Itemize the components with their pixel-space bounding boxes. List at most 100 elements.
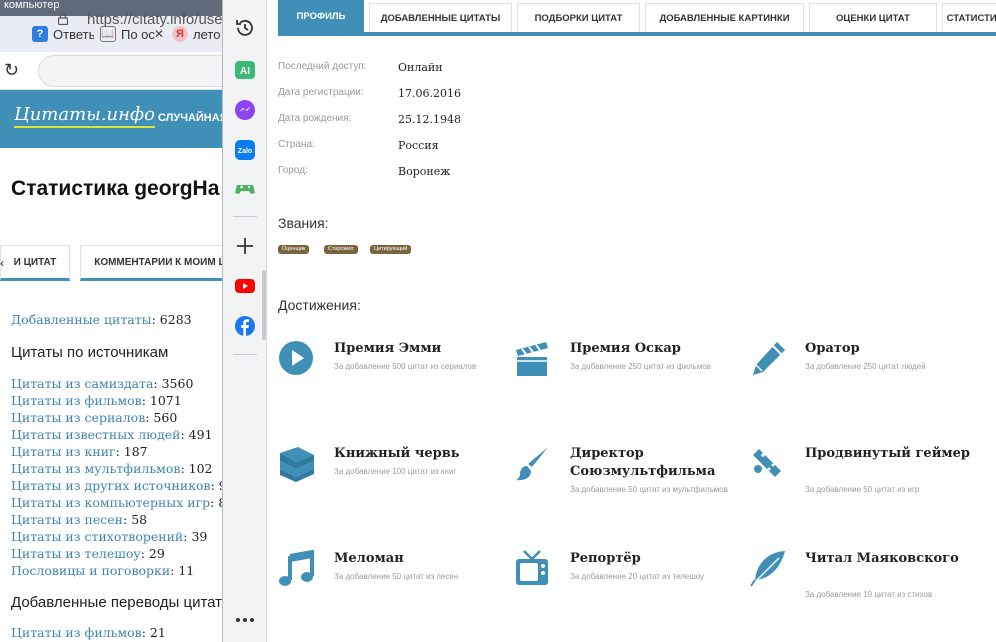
lock-icon [58, 13, 68, 25]
source-link[interactable]: Цитаты из фильмов [11, 393, 142, 408]
sources-heading: Цитаты по источникам [11, 344, 169, 361]
browser-sidebar: AI Zalo [222, 0, 267, 642]
address-bar: ↻ [0, 52, 230, 90]
tab-quotes[interactable]: И ЦИТАТ [0, 245, 70, 281]
pencil-icon [753, 342, 785, 375]
achievement-desc: За добавление 100 цитат из книг [334, 467, 457, 476]
achievement-music-lover[interactable]: Меломан За добавление 50 цитат из песен [278, 550, 503, 620]
achievement-mayakovsky[interactable]: Читал Маяковского За добавление 10 цитат… [749, 550, 974, 620]
facebook-icon[interactable] [233, 314, 257, 338]
tab-statistics[interactable]: СТАТИСТИКА [942, 3, 996, 32]
achievement-gamer[interactable]: Продвинутый геймер За добавление 50 цита… [749, 445, 974, 515]
tab-added-images[interactable]: ДОБАВЛЕННЫЕ КАРТИНКИ [645, 3, 804, 32]
source-link[interactable]: Цитаты из песен [11, 512, 123, 527]
list-item: Цитаты известных людей: 491 [11, 427, 213, 442]
question-icon: ? [32, 26, 48, 42]
chevron-left-icon[interactable]: ‹ [0, 256, 4, 270]
source-link[interactable]: Цитаты из компьютерных игр [11, 495, 210, 510]
source-link[interactable]: Цитаты из фильмов [11, 625, 142, 640]
info-label: Последний доступ: [278, 61, 367, 72]
more-icon[interactable] [233, 608, 257, 632]
last-access-value: Онлайн [398, 61, 443, 74]
games-icon[interactable] [233, 176, 257, 200]
history-icon[interactable] [233, 16, 257, 40]
achievement-desc: За добавление 50 цитат из игр [805, 485, 920, 494]
zalo-icon[interactable]: Zalo [233, 138, 257, 162]
achievement-oscar[interactable]: Премия Оскар За добавление 250 цитат из … [514, 340, 739, 410]
list-item: Цитаты из песен: 58 [11, 512, 148, 527]
yandex-icon: Я [172, 26, 188, 42]
source-link[interactable]: Цитаты из стихотворений [11, 529, 183, 544]
achievement-bookworm[interactable]: Книжный червь За добавление 100 цитат из… [278, 445, 503, 515]
achievement-orator[interactable]: Оратор За добавление 250 цитат людей [749, 340, 974, 410]
source-link[interactable]: Цитаты известных людей [11, 427, 181, 442]
url-text: https://citaty.info/user [87, 11, 228, 28]
source-link[interactable]: Цитаты из других источников [11, 478, 211, 493]
achievement-reporter[interactable]: Репортёр За добавление 20 цитат из телеш… [514, 550, 739, 620]
info-label: Город: [278, 165, 308, 176]
sidebar-divider [233, 216, 257, 217]
rank-badge[interactable]: Цитирующий [370, 245, 412, 254]
source-link[interactable]: Цитаты из самиздата [11, 376, 153, 391]
rank-badge[interactable]: Оценщик [278, 245, 310, 254]
add-icon[interactable] [233, 234, 257, 258]
books-icon [280, 447, 314, 482]
info-label: Дата регистрации: [278, 87, 364, 98]
achievement-director[interactable]: Директор Союзмультфильма За добавление 5… [514, 445, 739, 515]
browser-tab-label: По ос [121, 26, 155, 42]
achievement-title: Продвинутый геймер [805, 446, 971, 461]
achievement-title: Читал Маяковского [805, 551, 959, 566]
play-icon [279, 341, 313, 375]
source-link[interactable]: Цитаты из книг [11, 444, 116, 459]
list-item: Цитаты из компьютерных игр: 85 [11, 495, 230, 510]
tab-added-quotes[interactable]: ДОБАВЛЕННЫЕ ЦИТАТЫ [369, 3, 512, 32]
achievement-desc: За добавление 20 цитат из телешоу [570, 572, 705, 581]
nav-random-link[interactable]: СЛУЧАЙНАЯ [158, 112, 228, 124]
close-icon[interactable]: ✕ [154, 27, 164, 41]
achievement-desc: За добавление 50 цитат из песен [334, 572, 459, 581]
reload-icon[interactable]: ↻ [4, 60, 24, 80]
tab-collections[interactable]: ПОДБОРКИ ЦИТАТ [517, 3, 640, 32]
tv-icon [516, 550, 548, 585]
background-tabs: И ЦИТАТ КОММЕНТАРИИ К МОИМ Ц [0, 245, 230, 281]
site-logo[interactable]: Цитаты.инфо [14, 104, 155, 128]
source-link[interactable]: Пословицы и поговорки [11, 563, 170, 578]
list-item: Цитаты из фильмов: 21 [11, 625, 166, 640]
achievement-title: Премия Оскар [570, 341, 681, 356]
page-title: Статистика georgНа [11, 177, 220, 200]
sidebar-resize-handle[interactable] [262, 270, 266, 340]
ai-icon[interactable]: AI [233, 58, 257, 82]
source-link[interactable]: Цитаты из телешоу [11, 546, 141, 561]
info-label: Дата рождения: [278, 113, 352, 124]
list-item: Цитаты из сериалов: 560 [11, 410, 178, 425]
browser-tab-label: лето [193, 26, 221, 42]
messenger-icon[interactable] [233, 98, 257, 122]
list-item: Цитаты из фильмов: 1071 [11, 393, 182, 408]
added-quotes-link[interactable]: Добавленные цитаты [11, 312, 152, 327]
list-item: Пословицы и поговорки: 11 [11, 563, 195, 578]
tab-ratings[interactable]: ОЦЕНКИ ЦИТАТ [809, 3, 937, 32]
browser-tab-label: Ответь [53, 26, 94, 42]
youtube-icon[interactable] [233, 274, 257, 298]
book-icon: 📖 [100, 26, 116, 42]
paintbrush-icon [516, 447, 548, 481]
tab-profile[interactable]: ПРОФИЛЬ [278, 0, 364, 32]
achievement-desc: За добавление 250 цитат из фильмов [570, 362, 712, 371]
profile-tabs: ПРОФИЛЬ ДОБАВЛЕННЫЕ ЦИТАТЫ ПОДБОРКИ ЦИТА… [278, 0, 996, 36]
source-link[interactable]: Цитаты из сериалов [11, 410, 145, 425]
svg-text:AI: AI [240, 66, 250, 77]
list-item: Цитаты из телешоу: 29 [11, 546, 165, 561]
clapperboard-icon [516, 342, 548, 376]
achievement-desc: За добавление 250 цитат людей [805, 362, 926, 371]
info-label: Страна: [278, 139, 315, 150]
rank-badge[interactable]: Старожил [324, 245, 358, 254]
list-item: Цитаты из мультфильмов: 102 [11, 461, 213, 476]
tab-comments[interactable]: КОММЕНТАРИИ К МОИМ Ц [80, 245, 230, 281]
achievement-emmy[interactable]: Премия Эмми За добавление 500 цитат из с… [278, 340, 503, 410]
url-field[interactable] [38, 55, 230, 87]
browser-tab[interactable]: ? Ответь [32, 24, 94, 44]
achievement-title: Книжный червь [334, 446, 460, 461]
source-link[interactable]: Цитаты из мультфильмов [11, 461, 180, 476]
achievement-title: Премия Эмми [334, 341, 442, 356]
achievement-desc: За добавление 50 цитат из мультфильмов [570, 485, 728, 494]
